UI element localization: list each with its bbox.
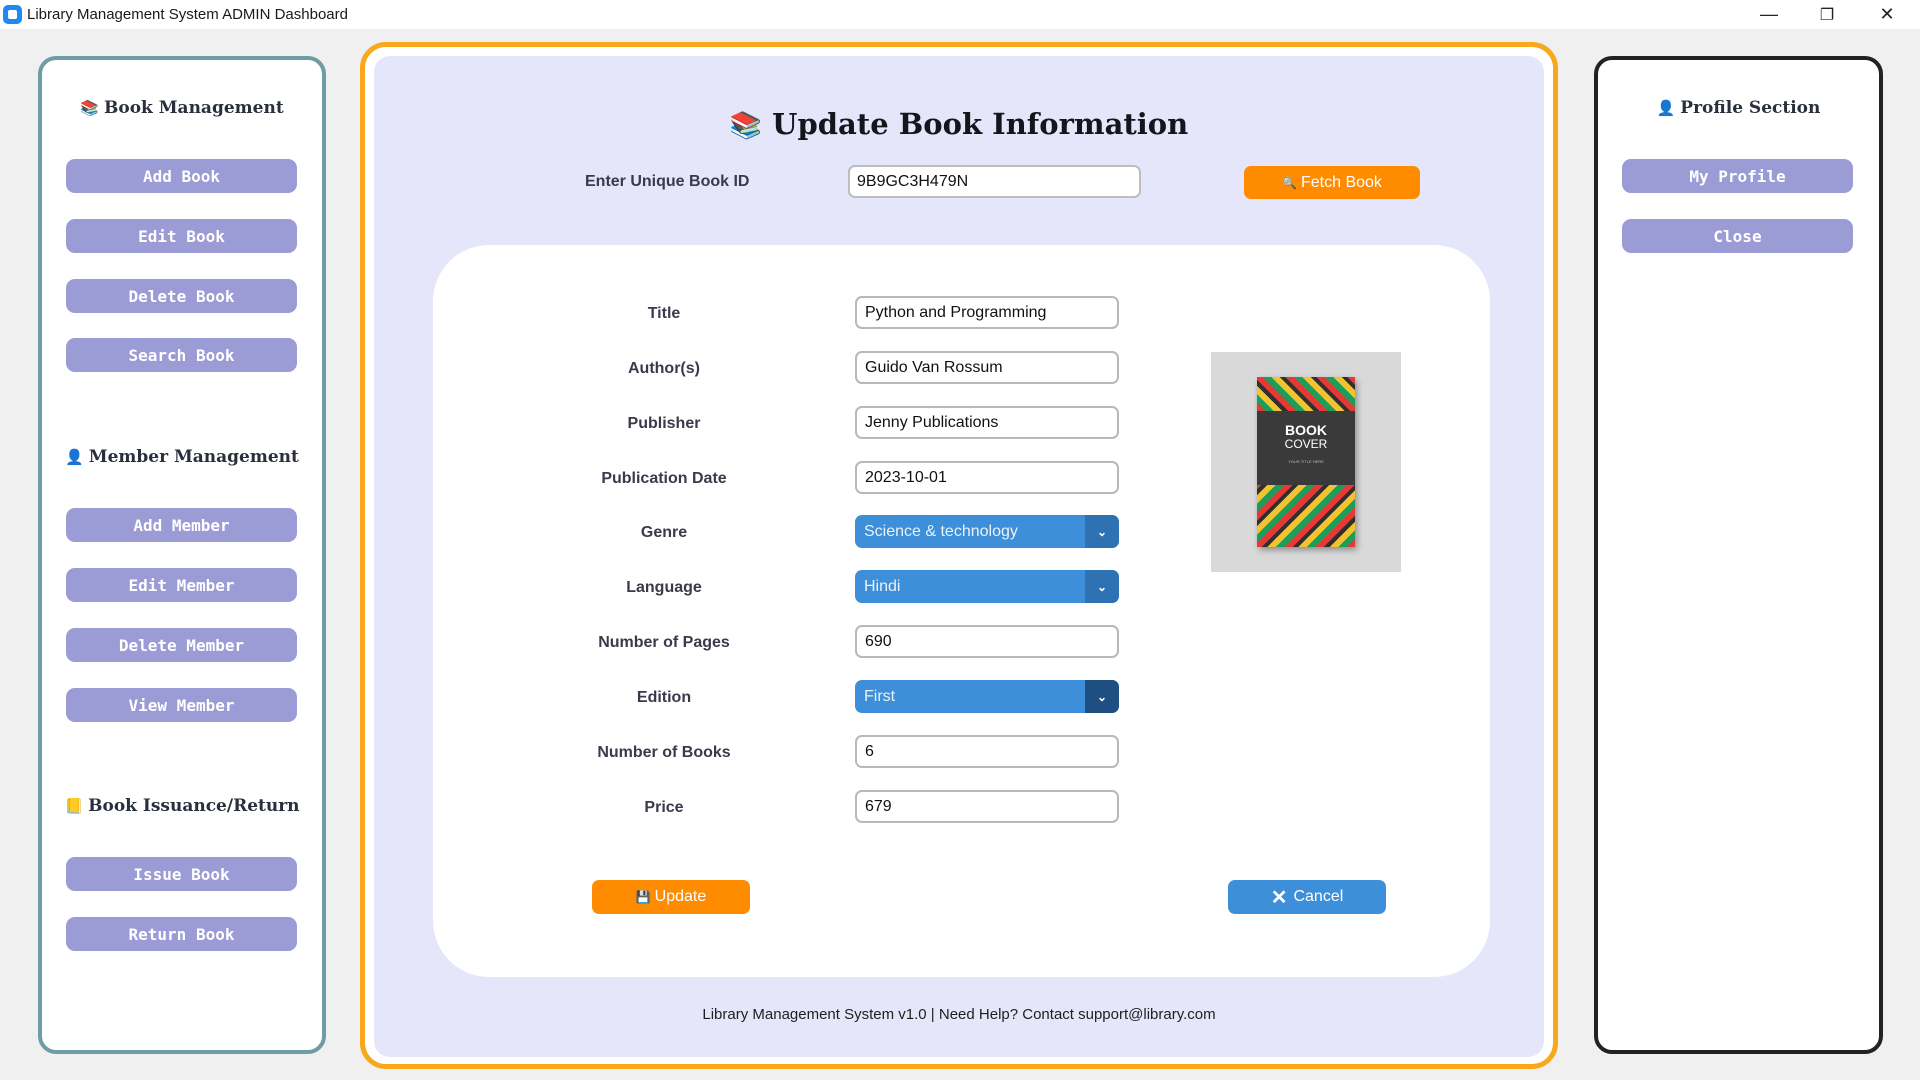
num-books-input[interactable] [855,735,1119,768]
ledger-icon: 📒 [64,797,84,815]
language-label: Language [626,579,702,596]
chevron-down-icon[interactable]: ⌄ [1085,680,1119,713]
edition-select[interactable]: First ⌄ [855,680,1119,713]
footer-text: Library Management System v1.0 | Need He… [702,1006,1216,1023]
section-title-book-management: 📚 Book Management [80,98,284,118]
edit-member-button[interactable]: Edit Member [66,568,297,602]
language-select[interactable]: Hindi ⌄ [855,570,1119,603]
close-icon: ✕ [1270,886,1288,909]
main-content: 📚 Update Book Information Enter Unique Bo… [374,56,1544,1057]
issue-book-button[interactable]: Issue Book [66,857,297,891]
chevron-down-icon[interactable]: ⌄ [1085,515,1119,548]
price-input[interactable] [855,790,1119,823]
cover-text-cover: COVER [1284,437,1328,451]
person-icon: 👤 [1656,99,1676,117]
chevron-down-icon[interactable]: ⌄ [1085,570,1119,603]
cover-text-subtitle: YOUR TITLE HERE [1288,459,1324,464]
language-selected-value: Hindi [864,577,901,595]
section-title-book-issuance: 📒 Book Issuance/Return [64,796,300,816]
add-book-button[interactable]: Add Book [66,159,297,193]
publication-date-input[interactable] [855,461,1119,494]
section-title-profile: 👤 Profile Section [1656,98,1821,118]
my-profile-button[interactable]: My Profile [1622,159,1853,193]
search-book-button[interactable]: Search Book [66,338,297,372]
pages-input[interactable] [855,625,1119,658]
return-book-button[interactable]: Return Book [66,917,297,951]
genre-label: Genre [640,524,688,541]
book-cover-image: BOOK COVER YOUR TITLE HERE [1211,352,1401,572]
edit-book-button[interactable]: Edit Book [66,219,297,253]
search-icon: 🔍 [1282,175,1297,190]
view-member-button[interactable]: View Member [66,688,297,722]
app-icon [3,5,22,24]
save-icon: 💾 [635,890,651,904]
book-form-card: Title Author(s) Publisher Publication Da… [433,245,1490,977]
person-icon: 👤 [65,448,84,466]
cover-pattern-bottom [1257,485,1355,547]
books-icon: 📚 [729,111,763,141]
cancel-button[interactable]: ✕ Cancel [1228,880,1386,914]
right-sidebar: 👤 Profile Section My Profile Close [1594,56,1883,1054]
title-input[interactable] [855,296,1119,329]
left-sidebar: 📚 Book Management Add Book Edit Book Dele… [38,56,326,1054]
cover-text-book: BOOK [1285,422,1327,438]
edition-selected-value: First [864,687,896,705]
close-button[interactable]: Close [1622,219,1853,253]
authors-input[interactable] [855,351,1119,384]
delete-book-button[interactable]: Delete Book [66,279,297,313]
books-icon: 📚 [80,99,99,117]
title-label: Title [647,305,681,322]
page-title: 📚 Update Book Information [729,107,1189,141]
book-id-input[interactable] [848,165,1141,198]
main-panel: 📚 Update Book Information Enter Unique Bo… [360,42,1558,1069]
restore-button[interactable]: ❐ [1798,0,1856,29]
publication-date-label: Publication Date [601,470,727,487]
delete-member-button[interactable]: Delete Member [66,628,297,662]
add-member-button[interactable]: Add Member [66,508,297,542]
cover-pattern-top [1257,377,1355,411]
window-title: Library Management System ADMIN Dashboar… [27,6,348,23]
num-books-label: Number of Books [597,744,731,761]
price-label: Price [644,799,684,816]
book-cover: BOOK COVER YOUR TITLE HERE [1257,377,1355,547]
title-bar: Library Management System ADMIN Dashboar… [0,0,1920,29]
update-button[interactable]: 💾 Update [592,880,750,914]
genre-select[interactable]: Science & technology ⌄ [855,515,1119,548]
book-id-label: Enter Unique Book ID [585,173,750,190]
publisher-label: Publisher [627,415,701,432]
genre-selected-value: Science & technology [864,522,1018,540]
fetch-book-button[interactable]: 🔍 Fetch Book [1244,166,1420,199]
edition-label: Edition [636,689,692,706]
section-title-member-management: 👤 Member Management [65,447,299,467]
authors-label: Author(s) [628,360,700,377]
publisher-input[interactable] [855,406,1119,439]
close-window-button[interactable]: ✕ [1858,0,1916,29]
pages-label: Number of Pages [598,634,730,651]
minimize-button[interactable]: — [1740,0,1798,29]
